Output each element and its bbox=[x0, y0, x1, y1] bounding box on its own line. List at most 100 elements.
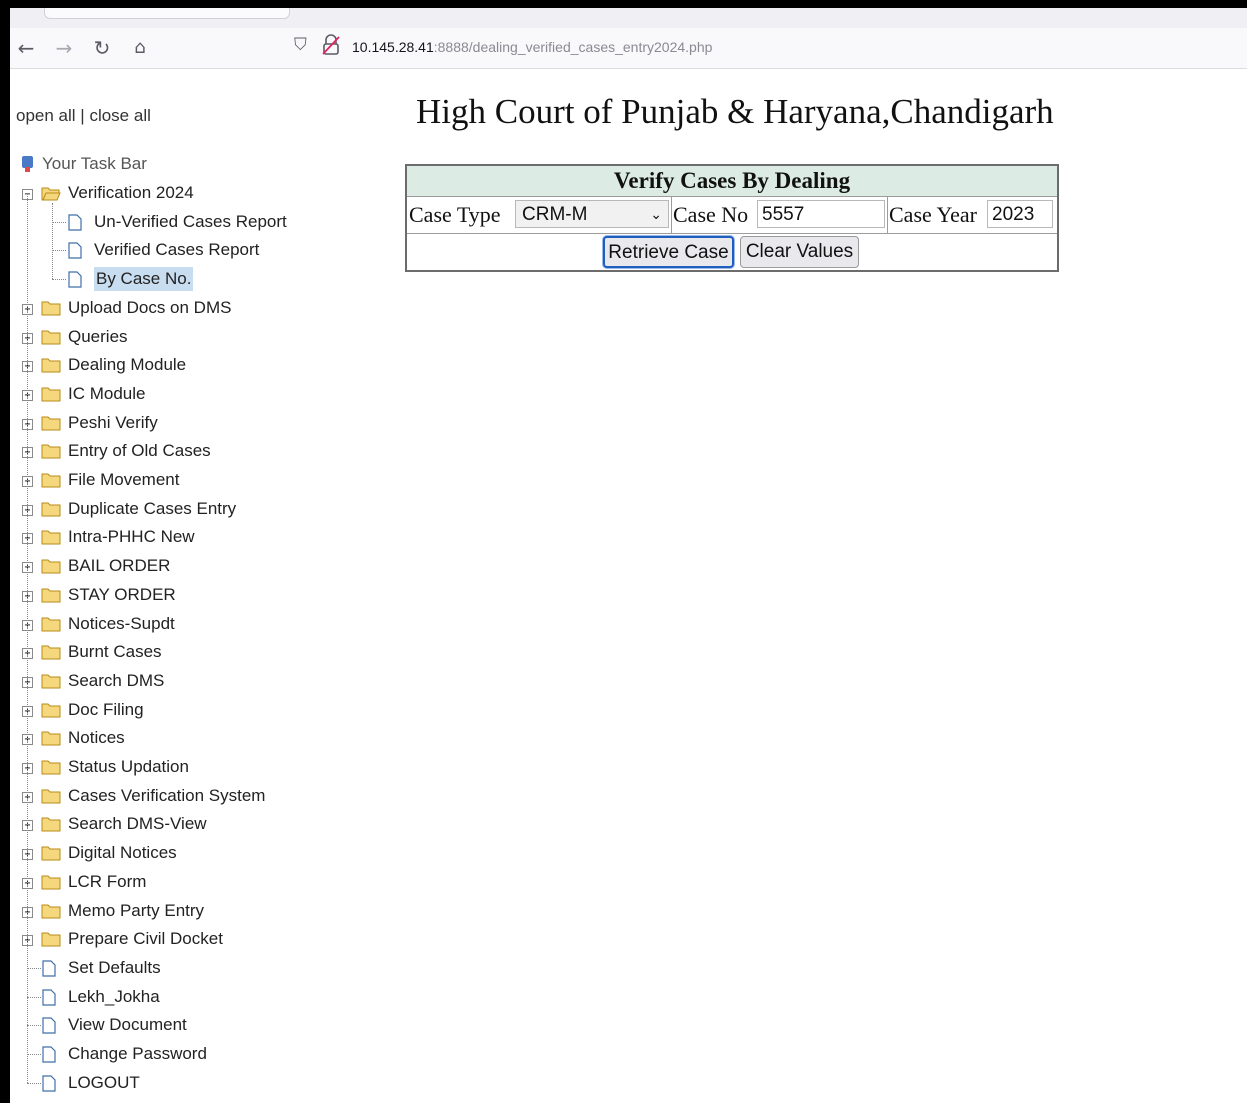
folder-icon bbox=[41, 559, 61, 574]
case-type-select[interactable]: CRM-M ⌄ bbox=[515, 200, 669, 228]
sidebar-folder-lcr-form[interactable]: LCR Form bbox=[10, 870, 390, 894]
close-all-link[interactable]: close all bbox=[89, 106, 150, 125]
tree-node-label: Verification 2024 bbox=[68, 183, 194, 202]
sidebar-folder-notices-supdt[interactable]: Notices-Supdt bbox=[10, 612, 390, 636]
tree-node-label: View Document bbox=[68, 1015, 187, 1035]
folder-icon bbox=[41, 674, 61, 689]
sidebar-folder-duplicate-cases-entry[interactable]: Duplicate Cases Entry bbox=[10, 497, 390, 521]
form-fields-row: Case Type CRM-M ⌄ Case No 5557 Case Year… bbox=[407, 197, 1057, 234]
open-folder-icon bbox=[41, 187, 61, 201]
sidebar-item-by-case-no[interactable]: By Case No. bbox=[10, 267, 390, 292]
tree-node-label: Lekh_Jokha bbox=[68, 986, 160, 1006]
case-no-input[interactable]: 5557 bbox=[757, 200, 885, 228]
tree-node-label: Cases Verification System bbox=[68, 785, 266, 805]
sidebar-item-view-document[interactable]: View Document bbox=[10, 1013, 390, 1037]
form-buttons-row: Retrieve Case Clear Values bbox=[407, 234, 1057, 270]
sidebar-folder-notices[interactable]: Notices bbox=[10, 726, 390, 750]
sidebar-item-un-verified-cases-report[interactable]: Un-Verified Cases Report bbox=[10, 210, 390, 234]
sidebar-folder-file-movement[interactable]: File Movement bbox=[10, 468, 390, 492]
sidebar-folder-stay-order[interactable]: STAY ORDER bbox=[10, 583, 390, 607]
sidebar-item-verified-cases-report[interactable]: Verified Cases Report bbox=[10, 238, 390, 262]
case-no-label: Case No bbox=[673, 202, 749, 227]
tree-node-label: Un-Verified Cases Report bbox=[94, 211, 287, 231]
home-icon[interactable]: ⌂ bbox=[126, 34, 154, 62]
folder-icon bbox=[41, 588, 61, 603]
sidebar-folder-memo-party-entry[interactable]: Memo Party Entry bbox=[10, 899, 390, 923]
verify-cases-form: Verify Cases By Dealing Case Type CRM-M … bbox=[405, 164, 1059, 272]
tree-node-label: By Case No. bbox=[94, 267, 194, 292]
sidebar-folder-queries[interactable]: Queries bbox=[10, 325, 390, 349]
sidebar-folder-burnt-cases[interactable]: Burnt Cases bbox=[10, 640, 390, 664]
case-year-input[interactable]: 2023 bbox=[987, 200, 1053, 228]
sidebar-folder-peshi-verify[interactable]: Peshi Verify bbox=[10, 411, 390, 435]
tree-connector bbox=[52, 250, 66, 252]
forward-arrow-icon[interactable]: → bbox=[50, 34, 78, 62]
retrieve-case-button[interactable]: Retrieve Case bbox=[603, 236, 734, 268]
sidebar-item-logout[interactable]: LOGOUT bbox=[10, 1071, 390, 1095]
chevron-down-icon: ⌄ bbox=[650, 207, 662, 223]
sidebar-folder-search-dms[interactable]: Search DMS bbox=[10, 669, 390, 693]
tree-connector bbox=[27, 967, 41, 969]
clear-values-button[interactable]: Clear Values bbox=[740, 236, 859, 268]
sidebar-item-lekh-jokha[interactable]: Lekh_Jokha bbox=[10, 985, 390, 1009]
tree-node-label: Dealing Module bbox=[68, 355, 187, 375]
folder-icon bbox=[41, 645, 61, 660]
url-bar[interactable]: ⛉ 10.145.28.41:8888/dealing_verified_cas… bbox=[290, 30, 1240, 64]
sidebar-folder-entry-of-old-cases[interactable]: Entry of Old Cases bbox=[10, 439, 390, 463]
folder-icon bbox=[41, 502, 61, 517]
sidebar-tree: open all | close all Your Task Bar Verific… bbox=[10, 68, 400, 1103]
browser-window: ← → ↻ ⌂ ⛉ 10.145.28.41:8888/dealing_veri… bbox=[10, 8, 1247, 1103]
page-icon bbox=[42, 988, 56, 1006]
sidebar-folder-ic-module[interactable]: IC Module bbox=[10, 382, 390, 406]
back-arrow-icon[interactable]: ← bbox=[12, 34, 40, 62]
sidebar-folder-prepare-civil-docket[interactable]: Prepare Civil Docket bbox=[10, 927, 390, 951]
page-icon bbox=[42, 1046, 56, 1063]
browser-tab[interactable] bbox=[44, 8, 290, 19]
url-text[interactable]: 10.145.28.41:8888/dealing_verified_cases… bbox=[352, 39, 712, 55]
tree-node-label: BAIL ORDER bbox=[68, 556, 171, 576]
folder-icon bbox=[41, 416, 61, 431]
folder-icon bbox=[41, 932, 61, 947]
sidebar-folder-digital-notices[interactable]: Digital Notices bbox=[10, 841, 390, 865]
cell-divider bbox=[671, 197, 672, 233]
open-all-link[interactable]: open all bbox=[16, 106, 76, 125]
page-title: High Court of Punjab & Haryana,Chandigar… bbox=[416, 92, 1054, 131]
tree-node-label: LCR Form bbox=[68, 871, 147, 891]
sidebar-folder-dealing-module[interactable]: Dealing Module bbox=[10, 353, 390, 377]
tree-node-label: Change Password bbox=[68, 1044, 207, 1063]
tree-connector bbox=[52, 221, 66, 223]
tree-node-label: Your Task Bar bbox=[42, 154, 147, 173]
sidebar-item-set-defaults[interactable]: Set Defaults bbox=[10, 956, 390, 980]
sidebar-folder-verification-2024[interactable]: Verification 2024 bbox=[10, 181, 390, 205]
page-icon bbox=[68, 271, 82, 288]
tree-node-label: Search DMS bbox=[68, 670, 165, 690]
tree-node-label: Upload Docs on DMS bbox=[68, 297, 232, 317]
tree-connector bbox=[27, 1025, 41, 1027]
taskbar-icon bbox=[22, 156, 33, 172]
sidebar-folder-bail-order[interactable]: BAIL ORDER bbox=[10, 554, 390, 578]
insecure-lock-icon[interactable] bbox=[322, 34, 340, 56]
page-icon bbox=[42, 1017, 56, 1034]
folder-icon bbox=[41, 358, 61, 373]
reload-icon[interactable]: ↻ bbox=[88, 34, 116, 62]
tree-node-label: Notices bbox=[68, 728, 125, 748]
tree-connector bbox=[27, 996, 41, 998]
tree-node-label: Prepare Civil Docket bbox=[68, 929, 223, 949]
folder-icon bbox=[41, 703, 61, 718]
tab-strip bbox=[10, 8, 1247, 28]
tree-node-label: Entry of Old Cases bbox=[68, 441, 211, 461]
sidebar-folder-doc-filing[interactable]: Doc Filing bbox=[10, 698, 390, 722]
page-icon bbox=[68, 242, 82, 259]
sidebar-folder-search-dms-view[interactable]: Search DMS-View bbox=[10, 812, 390, 836]
shield-icon[interactable]: ⛉ bbox=[294, 35, 307, 55]
sidebar-item-change-password[interactable]: Change Password bbox=[10, 1042, 390, 1066]
tree-root[interactable]: Your Task Bar bbox=[10, 152, 390, 176]
sidebar-folder-upload-docs-on-dms[interactable]: Upload Docs on DMS bbox=[10, 296, 390, 320]
sidebar-folder-intra-phhc-new[interactable]: Intra-PHHC New bbox=[10, 525, 390, 549]
sidebar-folder-cases-verification-system[interactable]: Cases Verification System bbox=[10, 784, 390, 808]
tree-node-label: Search DMS-View bbox=[68, 814, 207, 834]
tree-node-label: Peshi Verify bbox=[68, 412, 158, 432]
tree-node-label: Memo Party Entry bbox=[68, 900, 205, 920]
folder-icon bbox=[41, 875, 61, 890]
sidebar-folder-status-updation[interactable]: Status Updation bbox=[10, 755, 390, 779]
